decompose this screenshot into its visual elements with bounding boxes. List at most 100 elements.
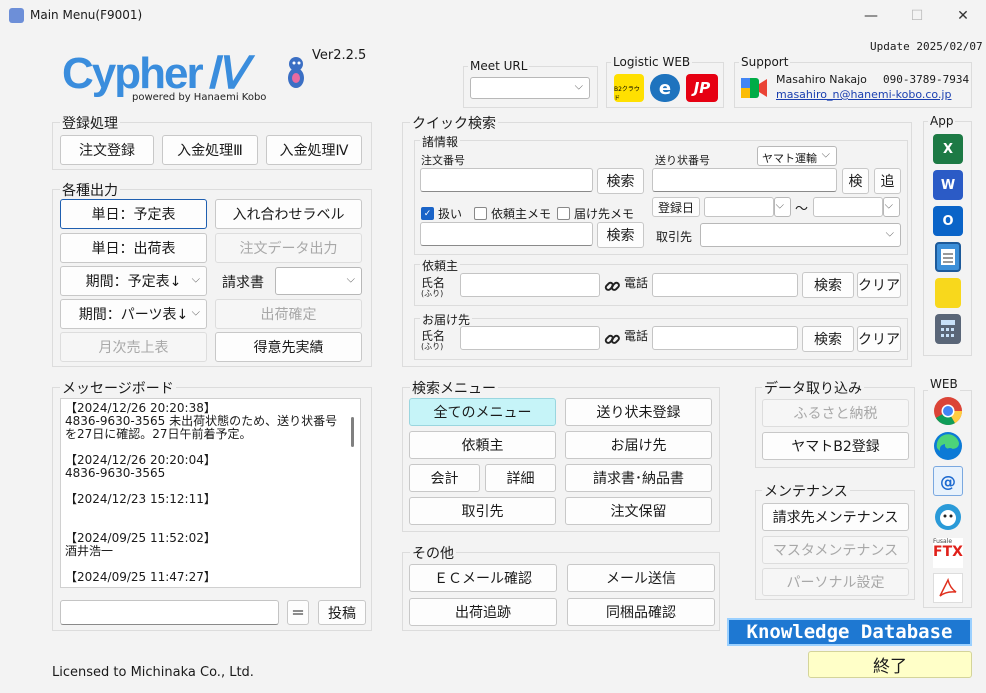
- dest-name-input[interactable]: [460, 326, 600, 350]
- support-email-link[interactable]: masahiro_n@hanemi-kobo.co.jp: [776, 88, 951, 101]
- info-label: 諸情報: [420, 133, 461, 150]
- excel-letter: X: [942, 141, 954, 157]
- date-from-picker[interactable]: [774, 197, 791, 217]
- support-label: Support: [739, 55, 791, 69]
- dest-clear-button[interactable]: クリア: [857, 326, 901, 352]
- message-input[interactable]: [60, 600, 279, 625]
- date-to-picker[interactable]: [883, 197, 900, 217]
- payment-4-button[interactable]: 入金処理Ⅳ: [266, 135, 362, 165]
- app-label: App: [928, 114, 956, 128]
- date-from-input[interactable]: [704, 197, 774, 217]
- yamato-b2-register-button[interactable]: ヤマトB2登録: [762, 432, 909, 460]
- combine-label-button[interactable]: 入れ合わせラベル: [215, 199, 362, 229]
- dest-tel-input[interactable]: [652, 326, 798, 350]
- tracking-unregistered-button[interactable]: 送り状未登録: [565, 398, 712, 426]
- period-parts-dropdown[interactable]: 期間：パーツ表↓: [60, 299, 207, 329]
- requester-clear-button[interactable]: クリア: [857, 272, 901, 298]
- reg-date-button[interactable]: 登録日: [652, 197, 700, 217]
- equals-button[interactable]: ＝: [287, 600, 309, 625]
- mail-send-button[interactable]: メール送信: [567, 564, 715, 592]
- order-search-button[interactable]: 検索: [597, 168, 644, 194]
- post-button[interactable]: 投稿: [318, 600, 366, 625]
- tracking-search-button[interactable]: 検: [842, 168, 869, 194]
- order-entry-button[interactable]: 注文登録: [60, 135, 154, 165]
- memo-search-input[interactable]: [420, 222, 593, 246]
- destination-menu-button[interactable]: お届け先: [565, 431, 712, 459]
- notepad-icon[interactable]: [935, 242, 961, 272]
- payment-3-button[interactable]: 入金処理Ⅲ: [162, 135, 258, 165]
- fusale-ftx-icon[interactable]: Fusale FTX: [933, 538, 963, 568]
- message-label: メッセージボード: [60, 378, 176, 398]
- order-no-input[interactable]: [420, 168, 593, 192]
- memo-search-button[interactable]: 検索: [597, 222, 644, 248]
- dest-memo-checkbox[interactable]: 届け先メモ: [557, 205, 634, 222]
- other-label: その他: [410, 543, 456, 563]
- excel-icon[interactable]: X: [933, 134, 963, 164]
- furusato-button[interactable]: ふるさと納税: [762, 399, 909, 427]
- sticky-notes-icon[interactable]: [935, 278, 961, 308]
- acrobat-icon[interactable]: [933, 573, 963, 603]
- requester-memo-checkbox[interactable]: 依頼主メモ: [474, 205, 551, 222]
- detail-button[interactable]: 詳細: [485, 464, 556, 492]
- bundle-check-button[interactable]: 同梱品確認: [567, 598, 715, 626]
- requester-name-input[interactable]: [460, 273, 600, 297]
- dest-search-button[interactable]: 検索: [802, 326, 854, 352]
- message-board[interactable]: 【2024/12/26 20:20:38】 4836-9630-3565 未出荷状…: [60, 398, 361, 588]
- date-to-input[interactable]: [813, 197, 883, 217]
- requester-search-button[interactable]: 検索: [802, 272, 854, 298]
- accounting-button[interactable]: 会計: [409, 464, 480, 492]
- logo-subtitle: powered by Hanaemi Kobo: [132, 92, 267, 103]
- mascot-icon[interactable]: [933, 502, 963, 532]
- window-title: Main Menu(F9001): [30, 8, 143, 22]
- message-scrollbar[interactable]: [351, 417, 354, 447]
- e-hiden-icon[interactable]: e: [650, 74, 680, 102]
- shipping-confirm-button[interactable]: 出荷確定: [215, 299, 362, 329]
- handling-checkbox[interactable]: ✓ 扱い: [421, 205, 462, 222]
- outlook-icon[interactable]: O: [933, 206, 963, 236]
- invoice-label: 請求書: [222, 275, 264, 291]
- client-select[interactable]: [700, 223, 901, 247]
- customer-results-button[interactable]: 得意先実績: [215, 332, 362, 362]
- tracking-track-button[interactable]: 追: [874, 168, 901, 194]
- carrier-select[interactable]: ヤマト運輸: [757, 146, 837, 166]
- knowledge-database-button[interactable]: Knowledge Database: [727, 618, 972, 646]
- tracking-no-input[interactable]: [652, 168, 837, 192]
- calculator-icon[interactable]: [935, 314, 961, 344]
- meet-url-select[interactable]: [470, 77, 590, 99]
- yamato-b2-cloud-icon[interactable]: B2クラウド: [614, 74, 644, 102]
- update-label: Update 2025/02/07: [870, 40, 983, 53]
- japan-post-web-icon[interactable]: JP: [686, 74, 718, 102]
- all-menu-button[interactable]: 全てのメニュー: [409, 398, 556, 426]
- period-schedule-dropdown[interactable]: 期間：予定表↓: [60, 266, 207, 296]
- version-label: Ver2.2.5: [312, 48, 367, 63]
- monthly-sales-button[interactable]: 月次売上表: [60, 332, 207, 362]
- requester-memo-label: 依頼主メモ: [491, 207, 552, 221]
- link-icon[interactable]: [604, 331, 620, 347]
- daily-schedule-button[interactable]: 単日：予定表: [60, 199, 207, 229]
- close-button[interactable]: ✕: [940, 0, 986, 32]
- invoice-select[interactable]: [275, 267, 362, 295]
- edge-icon[interactable]: [933, 431, 963, 461]
- requester-menu-button[interactable]: 依頼主: [409, 431, 556, 459]
- order-hold-button[interactable]: 注文保留: [565, 497, 712, 525]
- support-name: Masahiro Nakajo: [776, 73, 867, 86]
- order-data-export-button[interactable]: 注文データ出力: [215, 233, 362, 263]
- chrome-icon[interactable]: [933, 396, 963, 426]
- invoice-delivery-button[interactable]: 請求書･納品書: [565, 464, 712, 492]
- requester-tel-input[interactable]: [652, 273, 798, 297]
- shipment-tracking-button[interactable]: 出荷追跡: [409, 598, 557, 626]
- billing-maintenance-button[interactable]: 請求先メンテナンス: [762, 503, 909, 531]
- minimize-button[interactable]: —: [848, 0, 894, 32]
- daily-shipping-button[interactable]: 単日：出荷表: [60, 233, 207, 263]
- requester-tel-label: 電話: [624, 276, 649, 290]
- ec-mail-check-button[interactable]: ＥＣメール確認: [409, 564, 557, 592]
- master-maintenance-button[interactable]: マスタメンテナンス: [762, 536, 909, 564]
- word-icon[interactable]: W: [933, 170, 963, 200]
- meet-app-icon[interactable]: [740, 76, 768, 100]
- link-icon[interactable]: [604, 278, 620, 294]
- personal-settings-button[interactable]: パーソナル設定: [762, 568, 909, 596]
- client-menu-button[interactable]: 取引先: [409, 497, 556, 525]
- maximize-button[interactable]: ☐: [894, 0, 940, 32]
- exit-button[interactable]: 終了: [808, 651, 972, 678]
- mail-icon[interactable]: @: [933, 466, 963, 496]
